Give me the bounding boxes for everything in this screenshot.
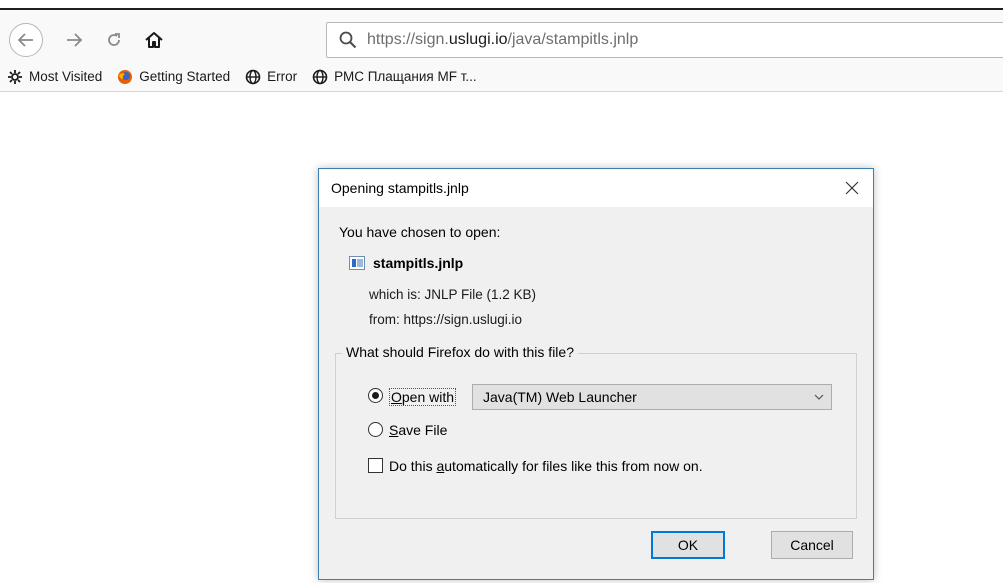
back-button[interactable]	[9, 23, 43, 57]
home-button[interactable]	[140, 27, 168, 53]
arrow-right-icon	[67, 33, 83, 47]
group-label: What should Firefox do with this file?	[342, 344, 578, 360]
close-button[interactable]	[837, 174, 867, 202]
dialog-title: Opening stampitls.jnlp	[331, 180, 469, 196]
url-text: https://sign.uslugi.io/java/stampitls.jn…	[367, 31, 639, 48]
chosen-label: You have chosen to open:	[339, 224, 501, 240]
address-bar[interactable]: https://sign.uslugi.io/java/stampitls.jn…	[326, 22, 1003, 58]
file-name: stampitls.jnlp	[373, 255, 464, 271]
dialog-titlebar: Opening stampitls.jnlp	[319, 169, 873, 207]
opening-file-dialog: Opening stampitls.jnlp You have chosen t…	[318, 168, 874, 580]
action-groupbox: What should Firefox do with this file? O…	[335, 344, 857, 519]
home-icon	[145, 32, 163, 48]
bookmark-pmc[interactable]: РМС Плащания MF т...	[311, 68, 477, 86]
navigation-row: https://sign.uslugi.io/java/stampitls.jn…	[0, 12, 1003, 62]
jnlp-file-icon	[349, 256, 365, 270]
auto-checkbox[interactable]	[368, 458, 383, 473]
close-icon	[845, 181, 859, 195]
file-row: stampitls.jnlp	[349, 255, 463, 271]
auto-label[interactable]: Do this automatically for files like thi…	[389, 458, 703, 474]
application-select-value: Java(TM) Web Launcher	[483, 389, 637, 405]
reload-button[interactable]	[100, 27, 128, 53]
firefox-icon	[116, 68, 134, 86]
save-file-radio[interactable]	[368, 422, 383, 437]
file-source-info: from: https://sign.uslugi.io	[369, 312, 523, 327]
reload-icon	[108, 33, 120, 46]
save-file-label[interactable]: Save File	[389, 422, 447, 438]
globe-icon	[244, 68, 262, 86]
file-type-info: which is: JNLP File (1.2 KB)	[369, 287, 537, 302]
bookmarks-toolbar: Most Visited Getting Started Error РМС П…	[0, 62, 1003, 92]
globe-icon	[311, 68, 329, 86]
open-with-label[interactable]: Open with	[389, 388, 457, 406]
search-icon	[337, 29, 359, 51]
arrow-left-icon	[17, 33, 33, 47]
bookmark-error[interactable]: Error	[244, 68, 297, 86]
forward-button[interactable]	[60, 27, 88, 53]
browser-toolbar: https://sign.uslugi.io/java/stampitls.jn…	[0, 0, 1003, 62]
bookmark-getting-started[interactable]: Getting Started	[116, 68, 230, 86]
open-with-radio[interactable]	[368, 388, 383, 403]
chevron-down-icon	[814, 394, 824, 400]
ok-button[interactable]: OK	[651, 531, 725, 559]
window-top-border	[0, 0, 1003, 10]
application-select[interactable]: Java(TM) Web Launcher	[472, 384, 832, 410]
cancel-button[interactable]: Cancel	[771, 531, 853, 559]
bookmark-most-visited[interactable]: Most Visited	[6, 68, 102, 86]
gear-icon	[6, 68, 24, 86]
